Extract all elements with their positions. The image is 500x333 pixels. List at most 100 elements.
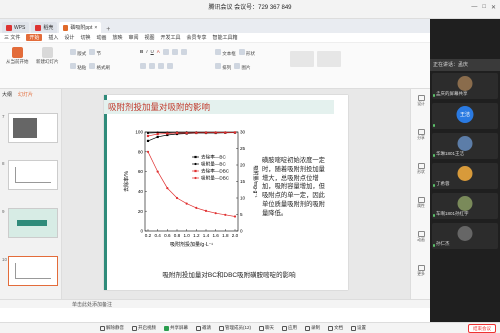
textbox-button[interactable]: 文本框 bbox=[215, 49, 236, 57]
slide-thumbnail[interactable]: 9 bbox=[2, 208, 58, 238]
style-gallery-2[interactable] bbox=[317, 51, 341, 67]
thumbnail-chart bbox=[15, 167, 51, 183]
slide-body-text[interactable]: 磺胺嘧啶初始浓度一定时，随着吸附剂投加量增大，总吸附点位增加，吸附容量增加，但吸… bbox=[262, 157, 330, 219]
tab-wps[interactable]: WPS bbox=[2, 22, 30, 33]
app-title: 腾讯会议 会议号：729 367 849 bbox=[208, 5, 292, 11]
chart-caption[interactable]: 吸附剂投加量对BC和DBC吸附磺胺嘧啶的影响 bbox=[124, 269, 334, 279]
participant-tile[interactable]: 孟庆的屏幕共享 bbox=[432, 73, 498, 99]
bold-button[interactable]: B bbox=[140, 49, 143, 55]
outline-tab[interactable]: 大纲 bbox=[2, 91, 12, 98]
meeting-title-bar: 腾讯会议 会议号：729 367 849 — □ ✕ bbox=[0, 0, 500, 19]
x-tick-label: 0.8 bbox=[174, 233, 181, 238]
wps-logo-icon bbox=[6, 24, 12, 31]
animation-tool-button[interactable]: 动画 bbox=[415, 231, 427, 243]
legend-marker bbox=[194, 162, 197, 166]
slides-tab[interactable]: 幻灯片 bbox=[18, 91, 33, 98]
menu-smart-tools[interactable]: 智能工具箱 bbox=[213, 34, 238, 41]
underline-button[interactable]: U bbox=[151, 49, 154, 55]
layout-button[interactable]: 版式 bbox=[70, 49, 86, 57]
design-tool-button[interactable]: 设计 bbox=[415, 95, 427, 107]
maximize-icon[interactable]: □ bbox=[482, 4, 486, 11]
slide-thumbnail-selected[interactable]: 10 bbox=[2, 256, 58, 286]
record-button[interactable]: 录制 bbox=[305, 325, 320, 331]
x-tick-label: 0.4 bbox=[154, 233, 161, 238]
format-painter-button[interactable]: 格式刷 bbox=[89, 63, 110, 71]
data-point bbox=[146, 134, 150, 138]
unmute-button[interactable]: 解除静音 bbox=[100, 325, 124, 331]
arrange-button[interactable]: 排列 bbox=[215, 63, 231, 71]
notes-placeholder[interactable]: 单击此处添加备注 bbox=[72, 301, 112, 308]
new-tab-button[interactable]: + bbox=[103, 26, 113, 33]
participant-tile[interactable]: 车啊1801孙红宇 bbox=[432, 193, 498, 219]
new-slide-button[interactable]: 新建幻灯片 bbox=[36, 47, 59, 65]
participant-tile[interactable]: 华琳1801王洁 bbox=[432, 133, 498, 159]
italic-button[interactable]: I bbox=[146, 49, 147, 55]
x-tick-label: 1.0 bbox=[183, 233, 190, 238]
property-tool-button[interactable]: 属性 bbox=[415, 197, 427, 209]
tab-document[interactable]: 磷吸附ppt × bbox=[59, 22, 102, 33]
menu-member[interactable]: 会员专享 bbox=[187, 34, 207, 41]
more-icon bbox=[417, 265, 425, 271]
data-point bbox=[195, 131, 198, 134]
numbered-list-icon[interactable] bbox=[149, 63, 155, 69]
slide-title[interactable]: 吸附剂投加量对吸附的影响 bbox=[104, 100, 334, 114]
slide-thumbnail[interactable]: 7 bbox=[2, 113, 58, 143]
menu-file[interactable]: 三 文件 bbox=[4, 34, 20, 41]
tab-docer[interactable]: 稻壳 bbox=[31, 22, 58, 33]
align-right-icon[interactable] bbox=[180, 49, 187, 55]
y-left-tick-label: 80 bbox=[138, 149, 144, 154]
indent-icon[interactable] bbox=[158, 63, 164, 69]
menu-view[interactable]: 视图 bbox=[145, 34, 155, 41]
share-tool-button[interactable]: 分享 bbox=[415, 129, 427, 141]
start-video-button[interactable]: 开启视频 bbox=[132, 325, 156, 331]
chart: 0.2 0.4 0.6 0.8 1.0 1.2 1.4 1.6 1.8 2.00204060801… bbox=[123, 130, 259, 248]
participant-tile[interactable]: 王洁 bbox=[432, 103, 498, 129]
data-point bbox=[204, 131, 208, 134]
paste-icon bbox=[70, 63, 76, 69]
bullet-list-icon[interactable] bbox=[140, 63, 146, 69]
slide-thumbnail[interactable]: 8 bbox=[2, 160, 58, 190]
shape-button[interactable]: 形状 bbox=[238, 49, 255, 57]
menu-animation[interactable]: 动画 bbox=[96, 34, 106, 41]
minimize-icon[interactable]: — bbox=[471, 4, 477, 11]
participant-tile[interactable]: 丁希蓉 bbox=[432, 163, 498, 189]
mic-icon bbox=[100, 325, 105, 331]
meeting-toolbar: 解除静音 开启视频 共享屏幕 邀请 管理成员(12) 聊天 应用 录制 文档 设… bbox=[0, 322, 500, 333]
menu-transition[interactable]: 切换 bbox=[80, 34, 90, 41]
section-button[interactable]: 节 bbox=[89, 49, 101, 57]
settings-button[interactable]: 设置 bbox=[351, 325, 366, 331]
apps-button[interactable]: 应用 bbox=[282, 325, 297, 331]
align-left-icon[interactable] bbox=[162, 49, 169, 55]
data-point bbox=[146, 139, 150, 143]
menu-developer[interactable]: 开发工具 bbox=[161, 34, 181, 41]
chat-icon bbox=[259, 325, 265, 331]
menu-home[interactable]: 开始 bbox=[26, 34, 43, 41]
participant-tile[interactable]: 孙仁杰 bbox=[432, 223, 498, 249]
picture-button[interactable]: 图片 bbox=[234, 63, 251, 71]
align-center-icon[interactable] bbox=[171, 49, 178, 55]
end-meeting-button[interactable]: 结束会议 bbox=[468, 324, 496, 333]
style-gallery[interactable] bbox=[290, 51, 314, 67]
thumbnail-title-bar bbox=[17, 220, 47, 226]
invite-button[interactable]: 邀请 bbox=[196, 325, 211, 331]
shape-tool-button[interactable]: 形状 bbox=[415, 163, 427, 175]
manage-members-button[interactable]: 管理成员(12) bbox=[219, 325, 251, 331]
chat-button[interactable]: 聊天 bbox=[259, 325, 274, 331]
legend-label: 去除率—BC bbox=[201, 154, 226, 161]
new-slide-icon bbox=[41, 47, 53, 58]
tab-close-icon[interactable]: × bbox=[94, 25, 97, 31]
font-color-button[interactable]: A bbox=[157, 49, 160, 55]
close-icon[interactable]: ✕ bbox=[491, 4, 496, 11]
paste-button[interactable]: 粘贴 bbox=[70, 63, 86, 71]
docs-button[interactable]: 文档 bbox=[328, 325, 343, 331]
menu-slideshow[interactable]: 放映 bbox=[112, 34, 122, 41]
share-screen-button[interactable]: 共享屏幕 bbox=[164, 325, 188, 331]
format-painter-icon bbox=[89, 63, 96, 69]
status-bar: 单击此处添加备注 bbox=[0, 299, 430, 308]
menu-review[interactable]: 审阅 bbox=[128, 34, 138, 41]
more-tool-button[interactable]: 更多 bbox=[415, 265, 427, 277]
menu-design[interactable]: 设计 bbox=[64, 34, 74, 41]
menu-insert[interactable]: 插入 bbox=[48, 34, 58, 41]
line-spacing-icon[interactable] bbox=[167, 63, 173, 69]
play-from-current-button[interactable]: 从当前开始 bbox=[6, 47, 29, 65]
